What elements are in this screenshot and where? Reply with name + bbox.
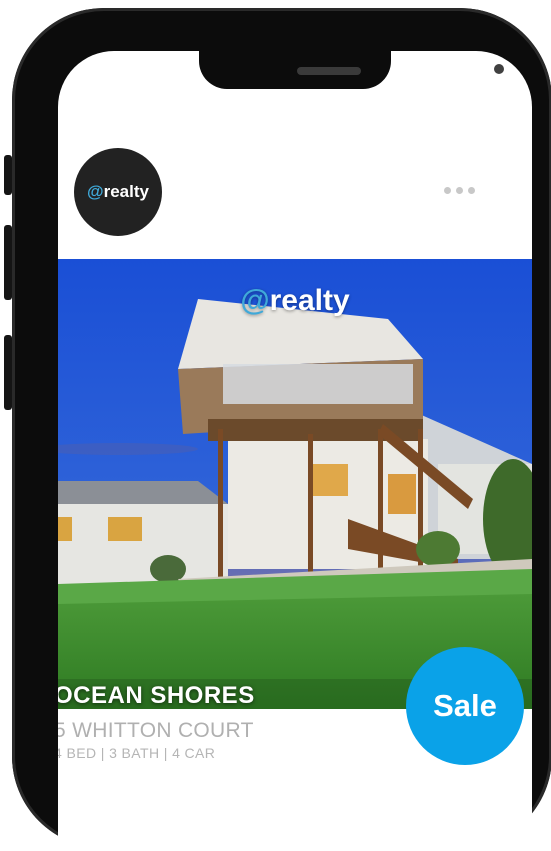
suburb-title: OCEAN SHORES [58, 682, 255, 709]
mute-switch [4, 155, 12, 195]
front-camera [494, 64, 504, 74]
speaker-grille [297, 67, 361, 75]
volume-up-button [4, 225, 12, 300]
volume-down-button [4, 335, 12, 410]
phone-notch [199, 51, 504, 89]
avatar-logo: @realty [87, 182, 149, 201]
watermark-logo: @realty [240, 284, 350, 317]
more-options-icon[interactable] [444, 187, 475, 194]
street-address: 5 WHITTON COURT [58, 719, 254, 742]
property-features: 4 BED | 3 BATH | 4 CAR [58, 745, 216, 761]
sale-badge[interactable]: Sale [406, 647, 524, 765]
post-image[interactable] [58, 259, 532, 709]
house-photo [58, 259, 532, 709]
phone-screen: @realty @realty OCEAN SHORES 5 WHITTON C… [58, 51, 532, 851]
profile-avatar[interactable]: @realty [74, 148, 162, 236]
phone-frame: @realty @realty OCEAN SHORES 5 WHITTON C… [12, 8, 551, 851]
